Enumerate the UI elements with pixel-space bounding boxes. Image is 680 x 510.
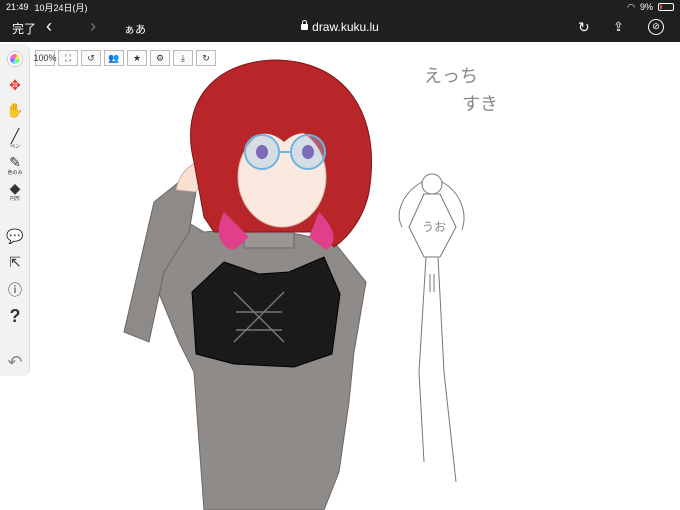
eyedropper-tool[interactable]: ✎ 色のみ xyxy=(0,154,30,176)
compass-icon[interactable]: ⊘ xyxy=(648,19,664,35)
users-icon[interactable]: 👥 xyxy=(104,50,124,66)
done-button[interactable]: 完了 xyxy=(12,20,36,37)
download-icon[interactable]: ⤓ xyxy=(173,50,193,66)
exit-icon[interactable]: ⇱ xyxy=(0,254,30,271)
browser-toolbar: 完了 ‹ › ぁあ draw.kuku.lu ↻ ⇪ ⊘ xyxy=(0,14,680,42)
reader-settings-button[interactable]: ぁあ xyxy=(124,21,146,37)
shape-icon: ◆ xyxy=(9,180,21,196)
shape-tool[interactable]: ◆ 円形 xyxy=(0,180,30,202)
color-picker-tool[interactable] xyxy=(0,52,30,66)
battery-icon xyxy=(658,3,674,11)
undo-icon[interactable]: ↶ xyxy=(0,352,30,373)
move-icon[interactable]: ✥ xyxy=(0,77,30,94)
forward-button[interactable]: › xyxy=(90,16,96,37)
zoom-button[interactable]: 100% xyxy=(33,50,57,66)
star-icon[interactable]: ★ xyxy=(127,50,147,66)
rotate-icon[interactable]: ↺ xyxy=(81,50,101,66)
reload-button[interactable]: ↻ xyxy=(578,19,590,36)
artwork xyxy=(123,59,465,510)
fit-screen-icon[interactable]: ⛶ xyxy=(58,50,78,66)
eyedropper-icon: ✎ xyxy=(9,154,21,170)
battery-percent: 9% xyxy=(639,2,653,12)
url-text: draw.kuku.lu xyxy=(312,20,379,34)
shape-label: 円形 xyxy=(9,196,20,202)
wifi-icon: ◠ xyxy=(627,1,635,12)
info-icon[interactable]: ⓘ xyxy=(0,280,30,300)
gear-icon[interactable]: ⚙ xyxy=(150,50,170,66)
pen-icon: ╱ xyxy=(10,128,20,144)
status-right: ◠ 9% xyxy=(627,2,674,13)
status-bar: 21:49 10月24日(月) ◠ 9% xyxy=(0,0,680,14)
back-button[interactable]: ‹ xyxy=(46,16,52,37)
tool-panel: ✥ ✋ ╱ ペン ✎ 色のみ ◆ 円形 💬 ⇱ ⓘ ? ↶ xyxy=(0,44,30,376)
pen-tool[interactable]: ╱ ペン xyxy=(0,128,30,150)
lock-icon xyxy=(301,20,309,30)
address-field[interactable]: draw.kuku.lu xyxy=(301,20,379,34)
share-button[interactable]: ⇪ xyxy=(613,19,624,35)
handwritten-line-2: すき xyxy=(462,94,498,115)
status-date: 10月24日(月) xyxy=(34,2,88,13)
help-icon[interactable]: ? xyxy=(0,306,30,327)
figure-word: うお xyxy=(422,220,447,234)
eye-right xyxy=(302,145,314,159)
drawing-canvas[interactable]: えっち すき うお xyxy=(84,42,680,510)
redo-icon[interactable]: ↻ xyxy=(196,50,216,66)
canvas-toolbar: 100% ⛶ ↺ 👥 ★ ⚙ ⤓ ↻ xyxy=(33,50,216,66)
chat-icon[interactable]: 💬 xyxy=(0,228,30,245)
eye-left xyxy=(256,145,268,159)
status-time: 21:49 xyxy=(6,2,29,12)
pen-label: ペン xyxy=(9,144,20,150)
color-wheel-icon xyxy=(8,52,22,66)
hand-icon[interactable]: ✋ xyxy=(0,102,30,119)
handwritten-line-1: えっち xyxy=(424,66,478,87)
eyedropper-label: 色のみ xyxy=(7,170,23,176)
